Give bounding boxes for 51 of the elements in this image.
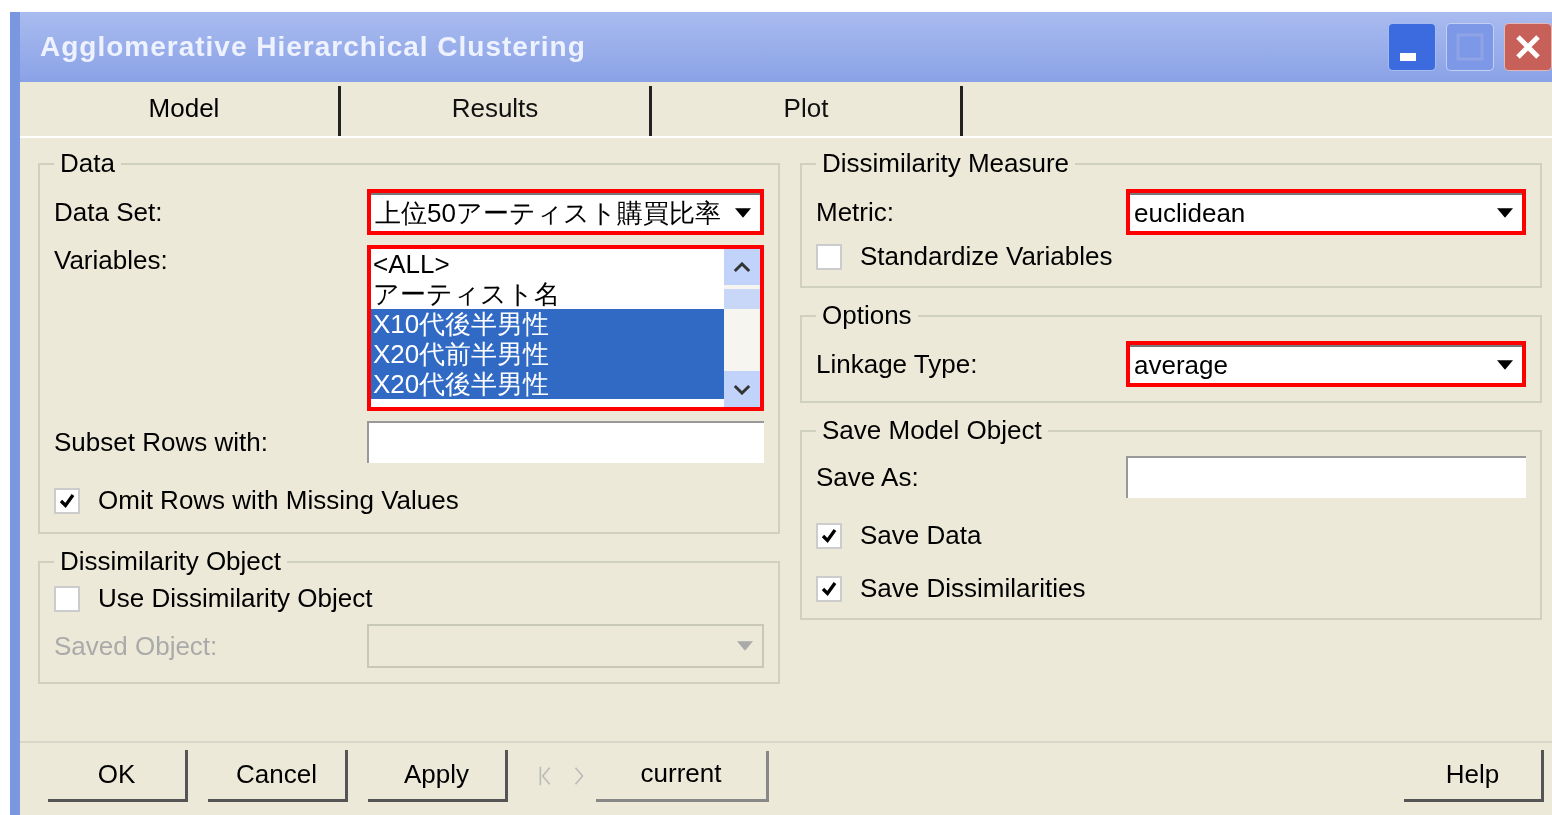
list-item[interactable]: アーティスト名 [371,279,724,309]
checkbox-label: Standardize Variables [860,241,1113,272]
group-title: Options [821,300,913,331]
navigator-field: current [596,750,769,802]
checkbox-label: Use Dissimilarity Object [98,583,373,614]
dialog-button[interactable]: Apply [368,750,508,802]
input-field[interactable] [1126,456,1526,498]
dialog-button[interactable]: OK [48,750,188,802]
window-title: Agglomerative Hierarchical Clustering [40,31,586,63]
group-title: Save Model Object [821,415,1043,446]
minimize-icon [1400,53,1416,61]
field-label: Subset Rows with: [54,426,269,458]
group-title: Data [59,148,116,179]
tab[interactable]: Results [341,86,652,136]
checkmark-icon [820,526,838,545]
dropdown[interactable]: 上位50アーティスト購買比率 [371,193,760,231]
list-item[interactable]: X10代後半男性 [371,309,724,339]
checkbox-label: Save Dissimilarities [860,573,1086,604]
close-button[interactable] [1504,23,1552,71]
field-label: Metric: [816,196,895,228]
scroll-down-icon[interactable] [724,371,760,407]
help-button[interactable]: Help [1404,750,1544,802]
checkbox[interactable] [816,522,842,549]
minimize-button[interactable] [1388,23,1436,71]
field-label: Data Set: [54,196,164,228]
field-label: Variables: [54,245,169,276]
checkbox[interactable] [816,243,842,270]
scroll-up-icon[interactable] [724,249,760,285]
variables-list[interactable]: <ALL> アーティスト名 X10代後半男性 X20代前半男性 X20代後半男性 [371,249,760,407]
dropdown[interactable]: euclidean [1130,193,1522,231]
checkbox-label: Omit Rows with Missing Values [98,485,459,516]
checkbox-label: Save Data [860,520,982,551]
scrollbar-thumb[interactable] [724,289,760,309]
list-item[interactable]: X20代後半男性 [371,369,724,399]
tab[interactable]: Plot [652,86,963,136]
field-label: Saved Object: [54,630,219,662]
list-item[interactable]: <ALL> [371,249,724,279]
field-label: Save As: [816,461,920,493]
field-label: Linkage Type: [816,348,979,380]
checkbox[interactable] [54,585,80,612]
dialog-button[interactable]: Cancel [208,750,348,802]
list-item[interactable]: X20代前半男性 [371,339,724,369]
input-field[interactable] [367,421,764,463]
checkmark-icon [820,579,838,598]
dropdown[interactable]: average [1130,345,1522,383]
group-title: Dissimilarity Measure [821,148,1071,179]
checkbox[interactable] [54,487,80,514]
checkbox[interactable] [816,575,842,602]
scrollbar[interactable] [724,249,760,407]
checkmark-icon [58,491,76,510]
group-title: Dissimilarity Object [59,546,283,577]
